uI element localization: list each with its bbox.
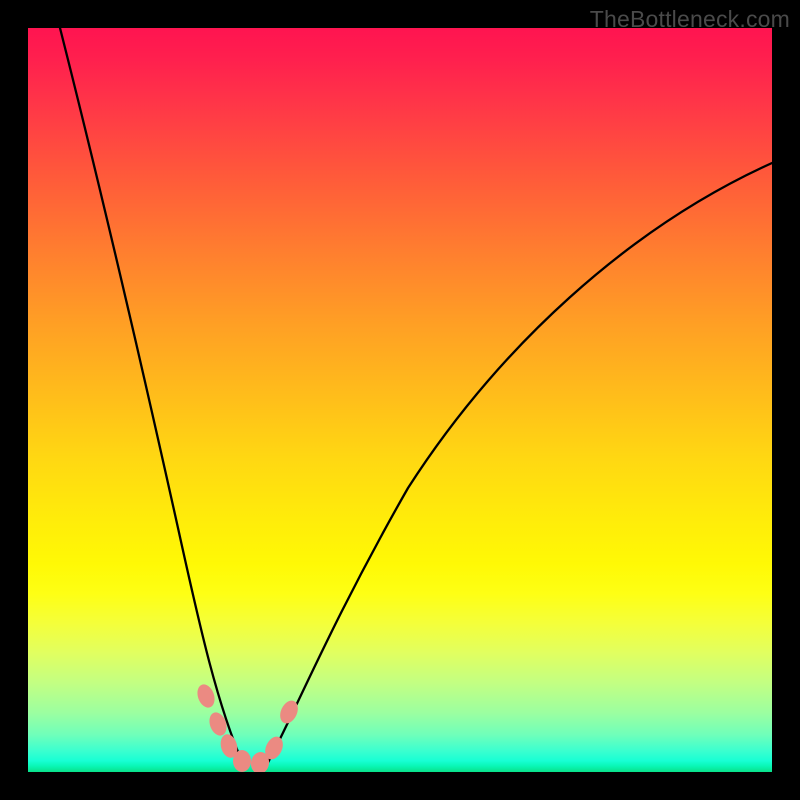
bottleneck-curve-left	[60, 28, 244, 766]
plot-area	[28, 28, 772, 772]
marker-dot	[194, 682, 217, 710]
bottleneck-curve-right	[266, 163, 772, 766]
marker-dot	[233, 750, 251, 772]
marker-dot	[206, 710, 229, 738]
watermark-text: TheBottleneck.com	[590, 6, 790, 33]
curve-overlay	[28, 28, 772, 772]
outer-frame: TheBottleneck.com	[0, 0, 800, 800]
